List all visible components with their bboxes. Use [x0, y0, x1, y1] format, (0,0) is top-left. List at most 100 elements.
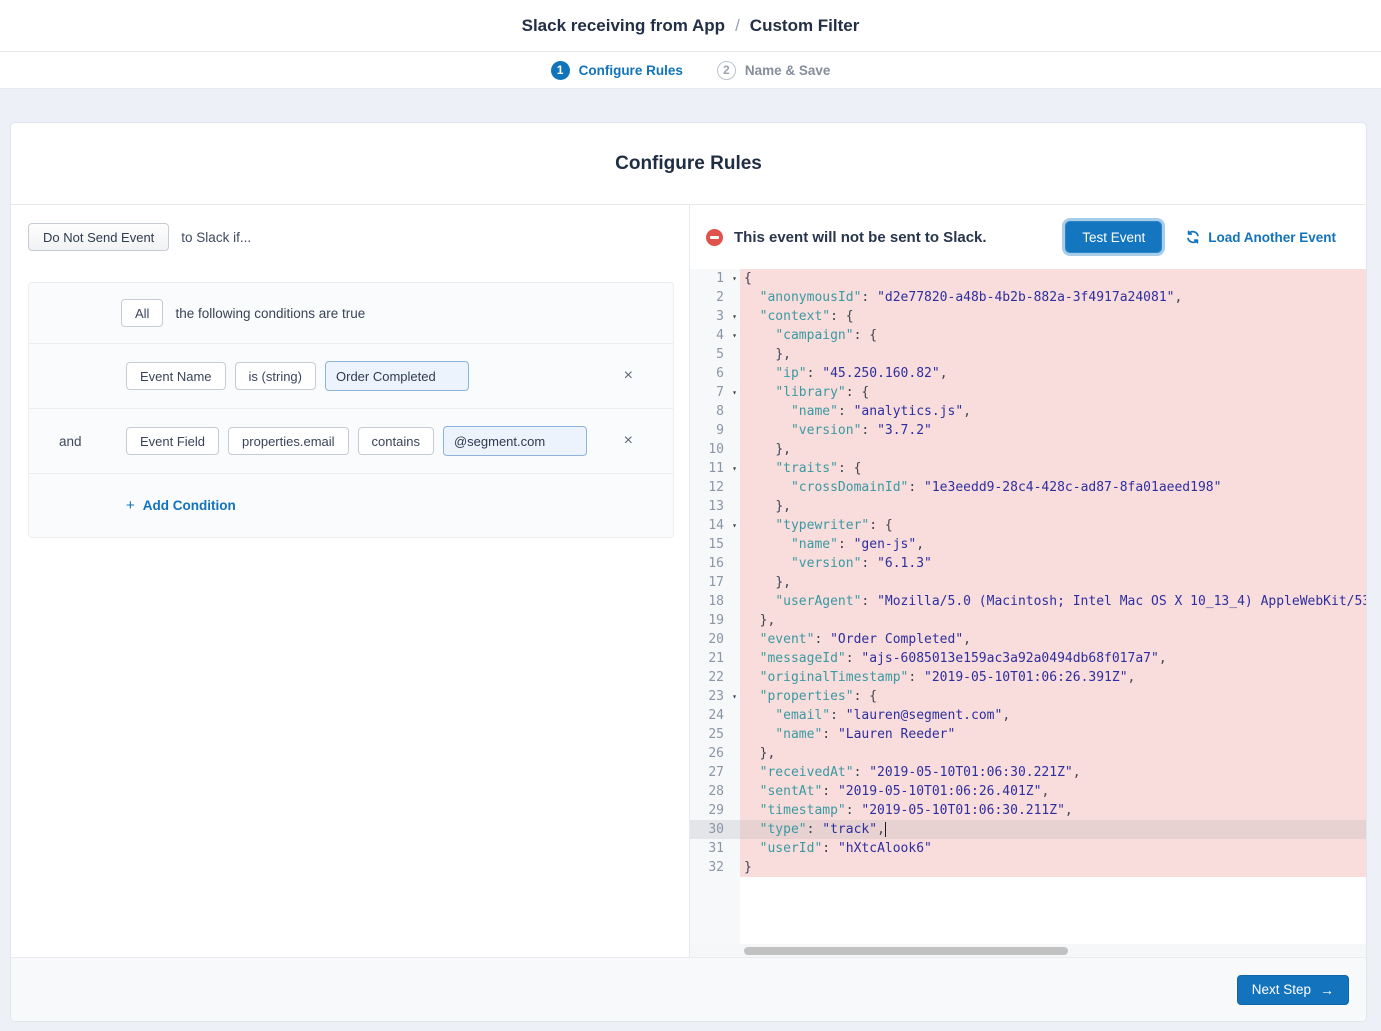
condition-value-input[interactable] [325, 361, 469, 391]
code-line: "ip": "45.250.160.82", [740, 364, 1366, 383]
code-line: "type": "track", [740, 820, 1366, 839]
gutter-line-number: 7▾ [690, 383, 740, 402]
card-body: Do Not Send Event to Slack if... All the… [11, 205, 1366, 957]
step-1[interactable]: 1 Configure Rules [551, 61, 683, 80]
condition-field-button[interactable]: Event Field [126, 427, 219, 455]
code-line: "event": "Order Completed", [740, 630, 1366, 649]
code-line: "sentAt": "2019-05-10T01:06:26.401Z", [740, 782, 1366, 801]
condition-field-button[interactable]: Event Name [126, 362, 226, 390]
editor-horizontal-scrollbar[interactable] [690, 944, 1366, 957]
test-event-button[interactable]: Test Event [1065, 221, 1162, 253]
editor-content[interactable]: { "anonymousId": "d2e77820-a48b-4b2b-882… [740, 269, 1366, 944]
code-line: "name": "analytics.js", [740, 402, 1366, 421]
code-line: }, [740, 611, 1366, 630]
match-suffix-label: the following conditions are true [175, 306, 365, 321]
gutter-line-number: 11▾ [690, 459, 740, 478]
next-step-button[interactable]: Next Step → [1237, 975, 1349, 1005]
gutter-line-number: 13 [690, 497, 740, 516]
load-another-event-button[interactable]: Load Another Event [1186, 230, 1336, 245]
code-line: { [740, 269, 1366, 288]
fold-toggle-icon[interactable]: ▾ [732, 307, 737, 326]
top-header-bar: Slack receiving from App / Custom Filter [0, 0, 1381, 52]
preview-status-text: This event will not be sent to Slack. [734, 229, 987, 246]
match-row: All the following conditions are true [29, 283, 673, 343]
condition-conjunction: and [59, 434, 126, 449]
filter-action-selector[interactable]: Do Not Send Event [28, 223, 169, 251]
code-line: "version": "6.1.3" [740, 554, 1366, 573]
fold-toggle-icon[interactable]: ▾ [732, 383, 737, 402]
gutter-line-number: 4▾ [690, 326, 740, 345]
code-line: "properties": { [740, 687, 1366, 706]
code-line: "typewriter": { [740, 516, 1366, 535]
match-type-selector[interactable]: All [121, 299, 163, 327]
code-line: "traits": { [740, 459, 1366, 478]
condition-row: andEvent Field properties.email contains × [29, 408, 673, 473]
gutter-line-number: 20 [690, 630, 740, 649]
code-line: }, [740, 497, 1366, 516]
code-line: "userId": "hXtcAlook6" [740, 839, 1366, 858]
breadcrumb-separator: / [735, 16, 740, 36]
condition-field-button[interactable]: properties.email [228, 427, 349, 455]
load-another-event-label: Load Another Event [1208, 230, 1336, 245]
gutter-line-number: 29 [690, 801, 740, 820]
remove-condition-button[interactable]: × [620, 364, 637, 388]
add-condition-button[interactable]: + Add Condition [126, 497, 236, 514]
code-line: "originalTimestamp": "2019-05-10T01:06:2… [740, 668, 1366, 687]
text-cursor [885, 822, 887, 837]
configure-rules-card: Configure Rules Do Not Send Event to Sla… [10, 122, 1367, 1022]
step-2-number-badge: 2 [717, 61, 736, 80]
gutter-line-number: 1▾ [690, 269, 740, 288]
fold-toggle-icon[interactable]: ▾ [732, 459, 737, 478]
code-line: "library": { [740, 383, 1366, 402]
card-header: Configure Rules [11, 123, 1366, 205]
remove-condition-button[interactable]: × [620, 429, 637, 453]
gutter-line-number: 18 [690, 592, 740, 611]
code-line: "userAgent": "Mozilla/5.0 (Macintosh; In… [740, 592, 1366, 611]
fold-toggle-icon[interactable]: ▾ [732, 326, 737, 345]
condition-row: Event Name is (string) × [29, 343, 673, 408]
add-condition-label: Add Condition [143, 498, 236, 513]
gutter-line-number: 2 [690, 288, 740, 307]
fold-toggle-icon[interactable]: ▾ [732, 269, 737, 288]
code-line: }, [740, 573, 1366, 592]
gutter-line-number: 12 [690, 478, 740, 497]
blocked-icon [706, 229, 723, 246]
gutter-line-number: 19 [690, 611, 740, 630]
gutter-line-number: 26 [690, 744, 740, 763]
gutter-line-number: 17 [690, 573, 740, 592]
steps-bar: 1 Configure Rules 2Name & Save [0, 52, 1381, 89]
gutter-line-number: 23▾ [690, 687, 740, 706]
gutter-line-number: 9 [690, 421, 740, 440]
gutter-line-number: 22 [690, 668, 740, 687]
fold-toggle-icon[interactable]: ▾ [732, 687, 737, 706]
preview-header: This event will not be sent to Slack. Te… [690, 205, 1366, 269]
condition-value-input[interactable] [443, 426, 587, 456]
gutter-line-number: 3▾ [690, 307, 740, 326]
breadcrumb: Slack receiving from App / Custom Filter [522, 16, 860, 36]
gutter-line-number: 16 [690, 554, 740, 573]
arrow-right-icon: → [1320, 982, 1334, 998]
card-footer: Next Step → [11, 957, 1366, 1021]
fold-toggle-icon[interactable]: ▾ [732, 516, 737, 535]
condition-field-button[interactable]: is (string) [235, 362, 316, 390]
code-line: }, [740, 440, 1366, 459]
code-line: "messageId": "ajs-6085013e159ac3a92a0494… [740, 649, 1366, 668]
code-line: "anonymousId": "d2e77820-a48b-4b2b-882a-… [740, 288, 1366, 307]
code-line: "context": { [740, 307, 1366, 326]
editor-gutter: 1▾23▾4▾567▾891011▾121314▾151617181920212… [690, 269, 740, 944]
step-2[interactable]: 2Name & Save [717, 61, 831, 80]
code-line: "timestamp": "2019-05-10T01:06:30.211Z", [740, 801, 1366, 820]
gutter-line-number: 28 [690, 782, 740, 801]
step-1-label: Configure Rules [579, 63, 683, 78]
event-preview-panel: This event will not be sent to Slack. Te… [690, 205, 1366, 957]
condition-field-button[interactable]: contains [358, 427, 434, 455]
refresh-icon [1186, 230, 1200, 244]
gutter-line-number: 27 [690, 763, 740, 782]
gutter-line-number: 21 [690, 649, 740, 668]
json-editor[interactable]: 1▾23▾4▾567▾891011▾121314▾151617181920212… [690, 269, 1366, 944]
filter-builder-panel: Do Not Send Event to Slack if... All the… [11, 205, 690, 957]
step-1-number-badge: 1 [551, 61, 570, 80]
code-line: "version": "3.7.2" [740, 421, 1366, 440]
scrollbar-thumb[interactable] [744, 947, 1068, 955]
next-step-label: Next Step [1252, 982, 1311, 997]
